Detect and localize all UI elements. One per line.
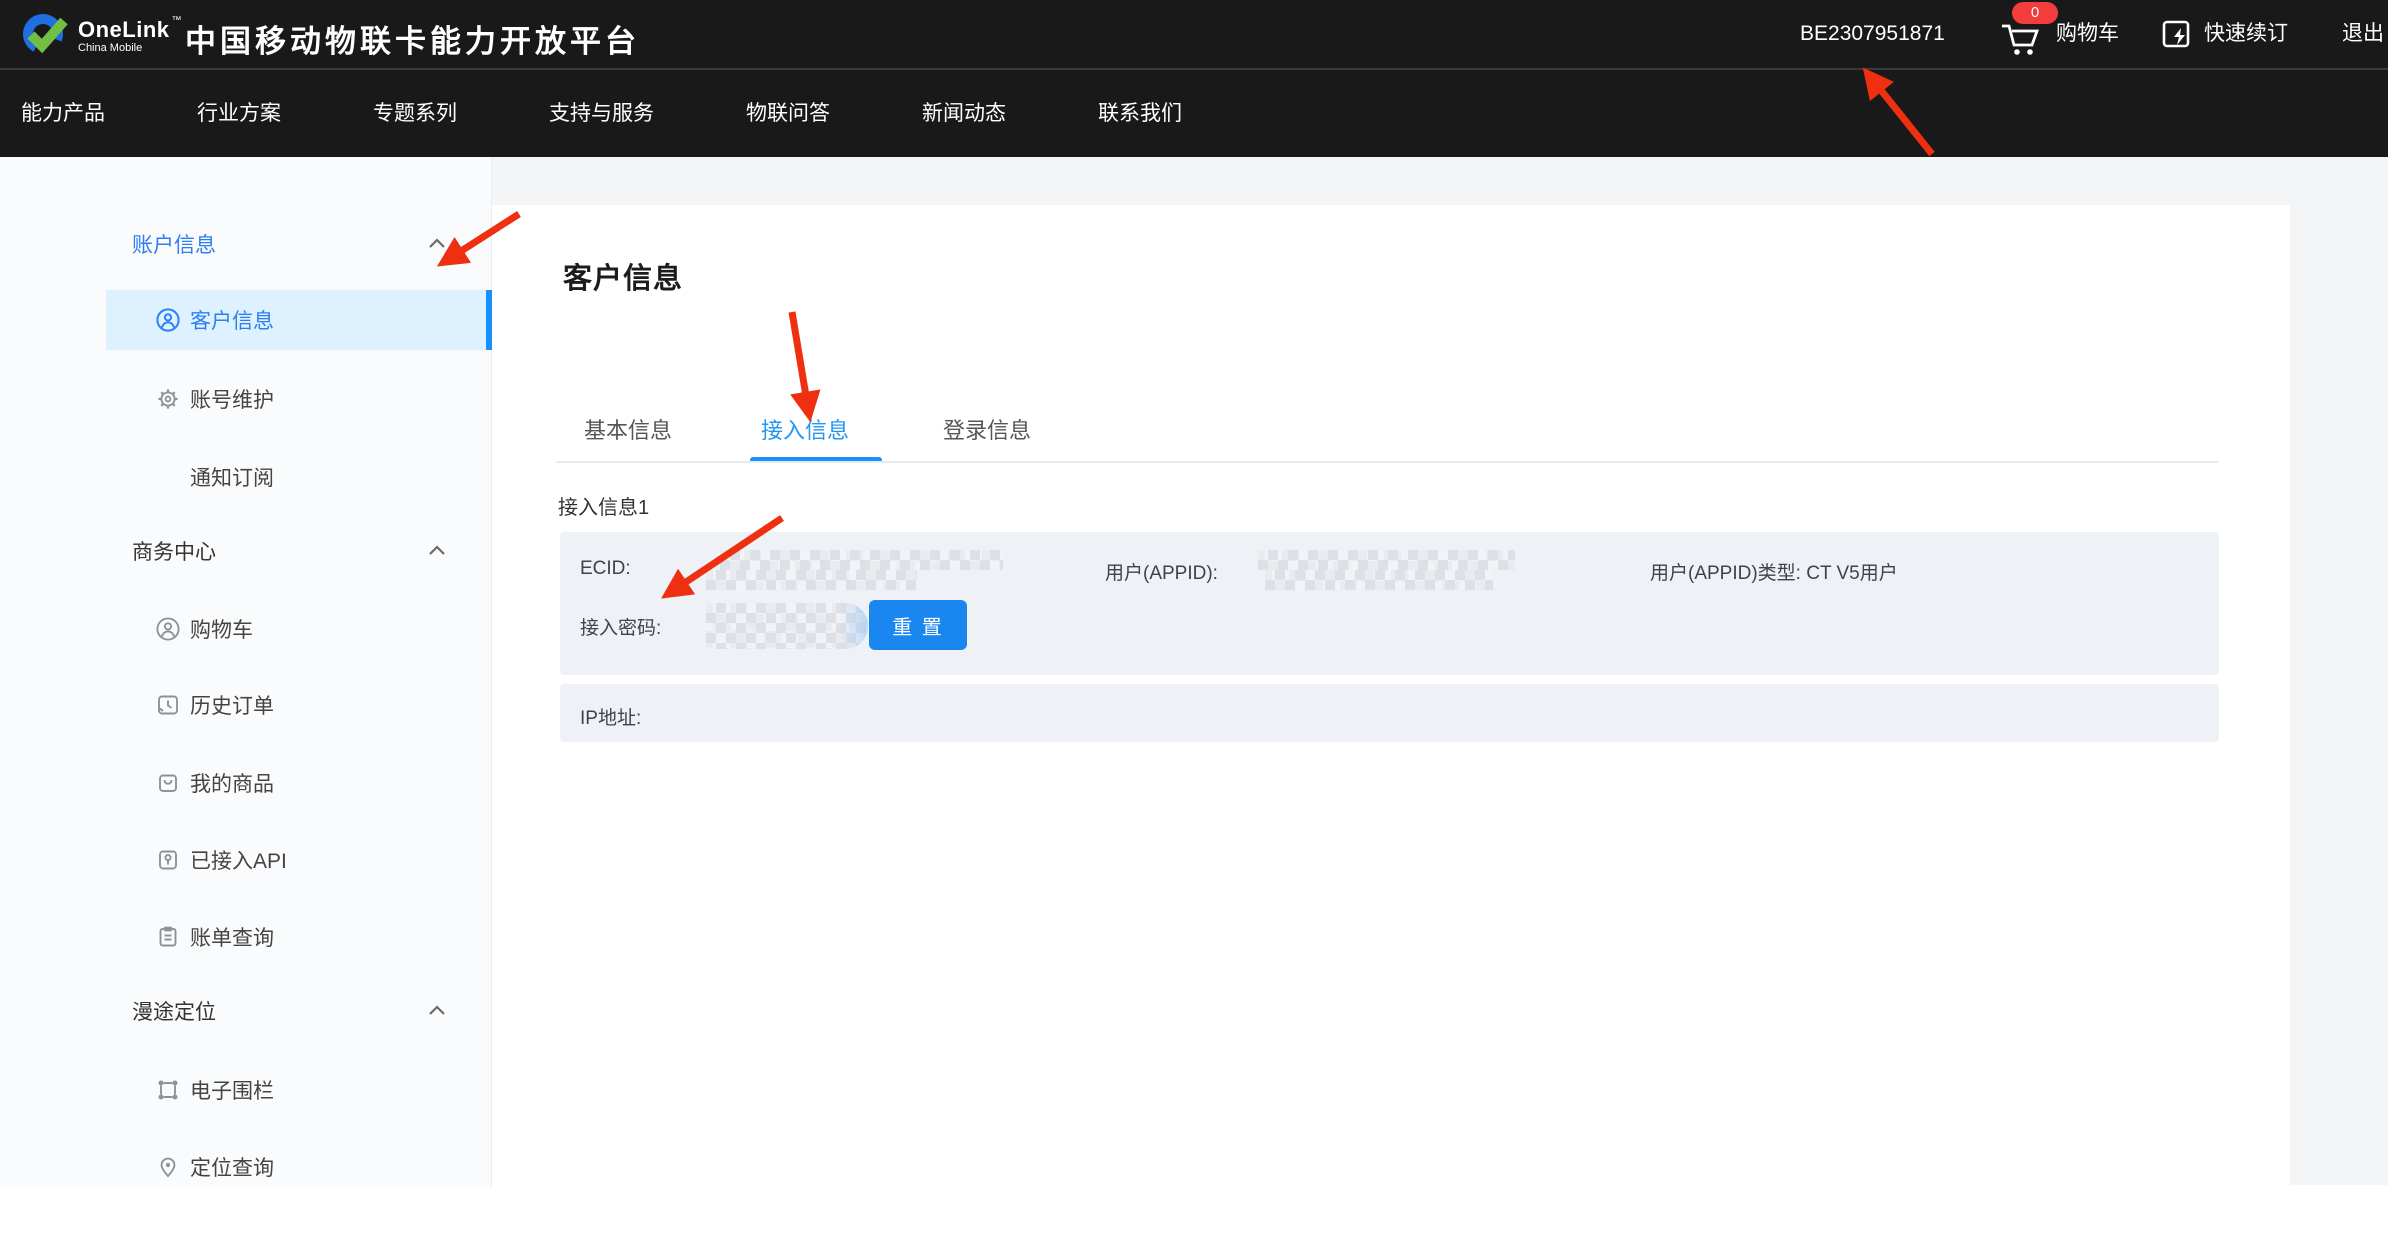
brand-name: OneLink xyxy=(78,18,170,41)
appid-value-redacted xyxy=(1258,550,1515,570)
ecid-value-redacted xyxy=(720,550,1003,570)
quick-renew-button[interactable]: 快速续订 xyxy=(2162,0,2322,68)
appid-label: 用户(APPID): xyxy=(1105,558,1218,585)
nav-item-news[interactable]: 新闻动态 xyxy=(922,70,1006,157)
reset-password-button[interactable]: 重 置 xyxy=(869,600,967,650)
ecid-label: ECID: xyxy=(580,558,631,580)
chevron-up-icon xyxy=(428,236,446,254)
trademark-symbol: ™ xyxy=(172,16,182,27)
section-label: 账户信息 xyxy=(132,229,216,259)
tab-divider xyxy=(556,461,2219,463)
brand-text: OneLink ™ China Mobile xyxy=(78,18,182,55)
pin-icon xyxy=(155,1154,181,1180)
tab-login-info[interactable]: 登录信息 xyxy=(943,413,1031,445)
access-info-section-label: 接入信息1 xyxy=(558,491,649,520)
sidebar-item-label: 通知订阅 xyxy=(190,462,274,492)
tab-basic-info[interactable]: 基本信息 xyxy=(584,413,672,445)
main-content: 客户信息 基本信息 接入信息 登录信息 接入信息1 ECID: 用户(APPID… xyxy=(492,205,2290,1185)
quick-renew-icon xyxy=(2162,20,2196,56)
logout-button[interactable]: 退出 xyxy=(2342,0,2384,68)
access-info-panel: ECID: 用户(APPID): 用户(APPID)类型: CT V5用户 接入… xyxy=(560,532,2219,675)
section-label: 漫途定位 xyxy=(132,996,216,1026)
access-password-redacted xyxy=(706,603,868,649)
onelink-logo[interactable]: OneLink ™ China Mobile xyxy=(18,7,182,66)
sidebar-item-label: 历史订单 xyxy=(190,690,274,720)
sidebar-item-label: 电子围栏 xyxy=(190,1075,274,1105)
nav-item-special-series[interactable]: 专题系列 xyxy=(373,70,457,157)
history-order-icon xyxy=(155,692,181,718)
cart-icon xyxy=(2000,23,2044,63)
content-top-band xyxy=(492,157,2388,205)
account-id[interactable]: BE2307951871 xyxy=(1800,0,1945,68)
nav-item-contact-us[interactable]: 联系我们 xyxy=(1098,70,1182,157)
topbar-cart-button[interactable]: 0 购物车 xyxy=(1998,0,2148,68)
sidebar-section-account-info[interactable]: 账户信息 xyxy=(0,214,492,274)
site-title: 中国移动物联卡能力开放平台 xyxy=(185,16,640,61)
sidebar-item-my-products[interactable]: 我的商品 xyxy=(0,753,492,813)
appid-type-label: 用户(APPID)类型: xyxy=(1650,563,1801,584)
sidebar-item-label: 定位查询 xyxy=(190,1152,274,1182)
cart-label: 购物车 xyxy=(2056,0,2119,68)
sidebar-item-electronic-fence[interactable]: 电子围栏 xyxy=(0,1060,492,1120)
sidebar-item-label: 购物车 xyxy=(190,614,253,644)
chevron-up-icon xyxy=(428,543,446,561)
sidebar-item-label: 客户信息 xyxy=(190,305,274,335)
ecid-value-redacted xyxy=(706,570,917,590)
appid-type: 用户(APPID)类型: CT V5用户 xyxy=(1650,558,1898,585)
sidebar-item-connected-api[interactable]: 已接入API xyxy=(0,830,492,890)
fence-icon xyxy=(155,1077,181,1103)
bill-icon xyxy=(155,924,181,950)
sidebar-item-account-maintenance[interactable]: 账号维护 xyxy=(0,369,492,429)
ip-address-label: IP地址: xyxy=(580,703,641,730)
nav-item-support-service[interactable]: 支持与服务 xyxy=(549,70,654,157)
main-nav: 能力产品 行业方案 专题系列 支持与服务 物联问答 新闻动态 联系我们 xyxy=(0,68,2388,157)
sidebar-item-cart[interactable]: 购物车 xyxy=(0,599,492,659)
content-right-band xyxy=(2290,205,2388,1185)
sidebar-item-notification-subscription[interactable]: 通知订阅 xyxy=(0,447,492,507)
sidebar-item-customer-info[interactable]: 客户信息 xyxy=(106,290,492,350)
nav-item-industry-solutions[interactable]: 行业方案 xyxy=(197,70,281,157)
page-title: 客户信息 xyxy=(563,255,683,297)
api-icon xyxy=(155,847,181,873)
ip-address-panel: IP地址: xyxy=(560,684,2219,742)
nav-item-iot-qa[interactable]: 物联问答 xyxy=(746,70,830,157)
section-label: 商务中心 xyxy=(132,536,216,566)
bag-icon xyxy=(155,770,181,796)
sidebar-item-label: 我的商品 xyxy=(190,768,274,798)
quick-renew-label: 快速续订 xyxy=(2204,0,2288,68)
gear-icon xyxy=(155,386,181,412)
nav-item-products[interactable]: 能力产品 xyxy=(21,70,105,157)
sidebar-section-business-center[interactable]: 商务中心 xyxy=(0,521,492,581)
sidebar-item-location-query[interactable]: 定位查询 xyxy=(0,1137,492,1197)
page: OneLink ™ China Mobile 中国移动物联卡能力开放平台 BE2… xyxy=(0,0,2388,1236)
nav-list: 能力产品 行业方案 专题系列 支持与服务 物联问答 新闻动态 联系我们 xyxy=(21,70,1274,157)
sidebar-item-label: 账单查询 xyxy=(190,922,274,952)
onelink-logo-icon xyxy=(18,7,72,66)
brand-subtitle: China Mobile xyxy=(78,43,182,55)
person-circle-icon xyxy=(155,307,181,333)
person-circle-icon xyxy=(155,616,181,642)
sidebar-item-order-history[interactable]: 历史订单 xyxy=(0,675,492,735)
sidebar-section-mantu-location[interactable]: 漫途定位 xyxy=(0,981,492,1041)
sidebar-item-bill-inquiry[interactable]: 账单查询 xyxy=(0,907,492,967)
appid-value-redacted xyxy=(1265,570,1493,590)
access-password-label: 接入密码: xyxy=(580,613,661,640)
top-bar: OneLink ™ China Mobile 中国移动物联卡能力开放平台 BE2… xyxy=(0,0,2388,68)
tab-access-info[interactable]: 接入信息 xyxy=(761,413,849,445)
chevron-up-icon xyxy=(428,1003,446,1021)
sidebar-item-label: 账号维护 xyxy=(190,384,274,414)
cart-count-badge: 0 xyxy=(2012,2,2058,24)
appid-type-value: CT V5用户 xyxy=(1806,563,1898,584)
sidebar: 账户信息 客户信息 xyxy=(0,157,492,1188)
sidebar-item-label: 已接入API xyxy=(190,845,287,875)
